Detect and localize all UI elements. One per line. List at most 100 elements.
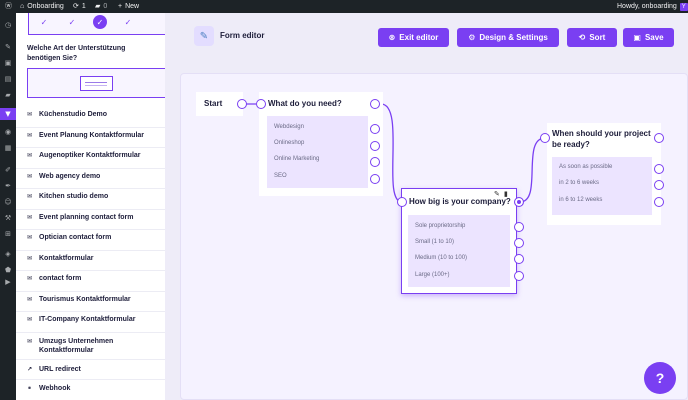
option-label: Large (100+) [415,272,450,278]
check-icon[interactable]: ✓ [65,15,79,29]
external-link-icon: ↗ [27,366,33,373]
exit-editor-button[interactable]: ⊗ Exit editor [378,28,449,47]
option-port[interactable] [654,180,664,190]
option-label: Online Marketing [274,156,320,162]
option-port[interactable] [514,222,524,232]
envelope-icon: ✉ [27,152,33,159]
updates-count: 1 [81,3,86,10]
option-port[interactable] [370,157,380,167]
tools-icon[interactable]: ✐ [0,164,16,176]
envelope-icon: ✉ [27,234,33,241]
help-button[interactable]: ? [644,362,676,394]
option-label: Webdesign [274,124,304,130]
envelope-icon: ✉ [27,193,33,200]
options-box: Sole proprietorship Small (1 to 10) Medi… [408,215,510,287]
appearance-icon[interactable]: ◉ [0,126,16,138]
option-port[interactable] [370,141,380,151]
play-icon[interactable]: ▶ [0,276,16,288]
envelope-icon: ✉ [27,275,33,282]
node-input-port[interactable] [540,133,550,143]
comments-link[interactable]: ▰ 0 [95,0,107,13]
envelope-icon: ✉ [27,111,33,118]
howdy-text: Howdy, onboarding [617,3,677,10]
envelope-icon: ✉ [27,132,33,139]
node-output-port[interactable] [514,197,524,207]
home-icon: ⌂ [20,3,25,10]
template-item[interactable]: ✉ Augenoptiker Kontaktformular [16,148,165,169]
option-port[interactable] [370,174,380,184]
option-port[interactable] [514,238,524,248]
extension-icon[interactable]: ◈ [0,248,16,260]
question-node[interactable]: When should your project be ready? As so… [547,123,661,225]
template-item[interactable]: ↗ URL redirect [16,360,165,380]
template-item[interactable]: ✉ Umzugs Unternehmen Kontaktformular [16,333,165,360]
forms-plugin-icon[interactable]: ▼ [0,108,16,120]
check-icon[interactable]: ✓ [93,15,107,29]
start-node[interactable]: Start [196,92,243,116]
option-port[interactable] [514,254,524,264]
question-label: Welche Art der Unterstützung benötigen S… [27,45,126,62]
flow-canvas[interactable]: Start What do you need? Webdesign Online… [180,73,688,400]
updates-icon: ⟳ [73,3,79,10]
pages-icon[interactable]: ▤ [0,73,16,85]
template-item[interactable]: ✉ Web agency demo [16,169,165,189]
check-icon[interactable]: ✓ [121,15,135,29]
question-node-selected[interactable]: ✎ ▮ How big is your company? Sole propri… [401,188,517,294]
node-output-port[interactable] [654,133,664,143]
options-box: Webdesign Onlineshop Online Marketing SE… [267,116,368,188]
check-icon[interactable]: ✓ [37,15,51,29]
template-item[interactable]: ⚭ Webhook [16,380,165,400]
dashboard-icon[interactable]: ◷ [0,19,16,31]
option-port[interactable] [370,124,380,134]
plugins-icon[interactable]: ▦ [0,142,16,154]
plus-icon: + [118,3,123,10]
template-item[interactable]: ✉ Optician contact form [16,230,165,251]
shield-icon[interactable]: ⬟ [0,264,16,276]
option-port[interactable] [654,164,664,174]
template-item[interactable]: ✉ contact form [16,271,165,292]
brush-icon[interactable]: ✒ [0,180,16,192]
question-node[interactable]: What do you need? Webdesign Onlineshop O… [259,92,383,196]
form-sidebar: ✓ ✓ ✓ ✓ Welche Art der Unterstützung ben… [16,13,165,400]
media-icon[interactable]: ▣ [0,57,16,69]
settings-icon[interactable]: ⊞ [0,228,16,240]
users-icon[interactable]: ☺ [0,196,16,208]
new-content-link[interactable]: + New [118,0,139,13]
template-item[interactable]: ✉ Tourismus Kontaktformular [16,292,165,312]
wrench-icon[interactable]: ⚒ [0,212,16,224]
node-output-port[interactable] [370,99,380,109]
start-output-port[interactable] [237,99,247,109]
comments-menu-icon[interactable]: ▰ [0,89,16,101]
option-label: Small (1 to 10) [415,239,455,245]
admin-bar: ⓦ ⌂ Onboarding ⟳ 1 ▰ 0 + New Howdy, onbo… [0,0,688,13]
template-item[interactable]: ✉ Küchenstudio Demo [16,107,165,128]
template-item[interactable]: ✉ IT-Company Kontaktformular [16,312,165,333]
template-item[interactable]: ✉ Event planning contact form [16,210,165,230]
node-input-port[interactable] [397,197,407,207]
option-label: As soon as possible [559,164,613,170]
site-name-link[interactable]: ⌂ Onboarding [20,0,64,13]
page-title: Form editor [220,31,265,40]
sort-button[interactable]: ⟲ Sort [567,28,617,47]
answer-choice-row: ✓ ✓ ✓ ✓ [28,13,165,35]
updates-link[interactable]: ⟳ 1 [73,0,86,13]
option-label: Onlineshop [274,140,305,146]
user-account-link[interactable]: Howdy, onboarding Y [617,0,688,13]
site-name: Onboarding [27,3,64,10]
template-item[interactable]: ✉ Kitchen studio demo [16,189,165,210]
save-icon: ▣ [633,33,641,42]
comments-count: 0 [103,3,108,10]
template-item[interactable]: ✉ Event Planung Kontaktformular [16,128,165,148]
close-icon: ⊗ [388,33,396,42]
node-input-port[interactable] [256,99,266,109]
option-port[interactable] [514,271,524,281]
design-settings-button[interactable]: ⚙ Design & Settings [457,28,559,47]
option-port[interactable] [654,197,664,207]
posts-icon[interactable]: ✎ [0,41,16,53]
options-box: As soon as possible in 2 to 6 weeks in 6… [552,157,652,215]
question-type-preview[interactable] [27,68,165,98]
save-button[interactable]: ▣ Save [623,28,674,47]
envelope-icon: ✉ [27,173,33,180]
wordpress-logo-icon[interactable]: ⓦ [5,0,12,13]
template-item[interactable]: ✉ Kontaktformular [16,251,165,271]
